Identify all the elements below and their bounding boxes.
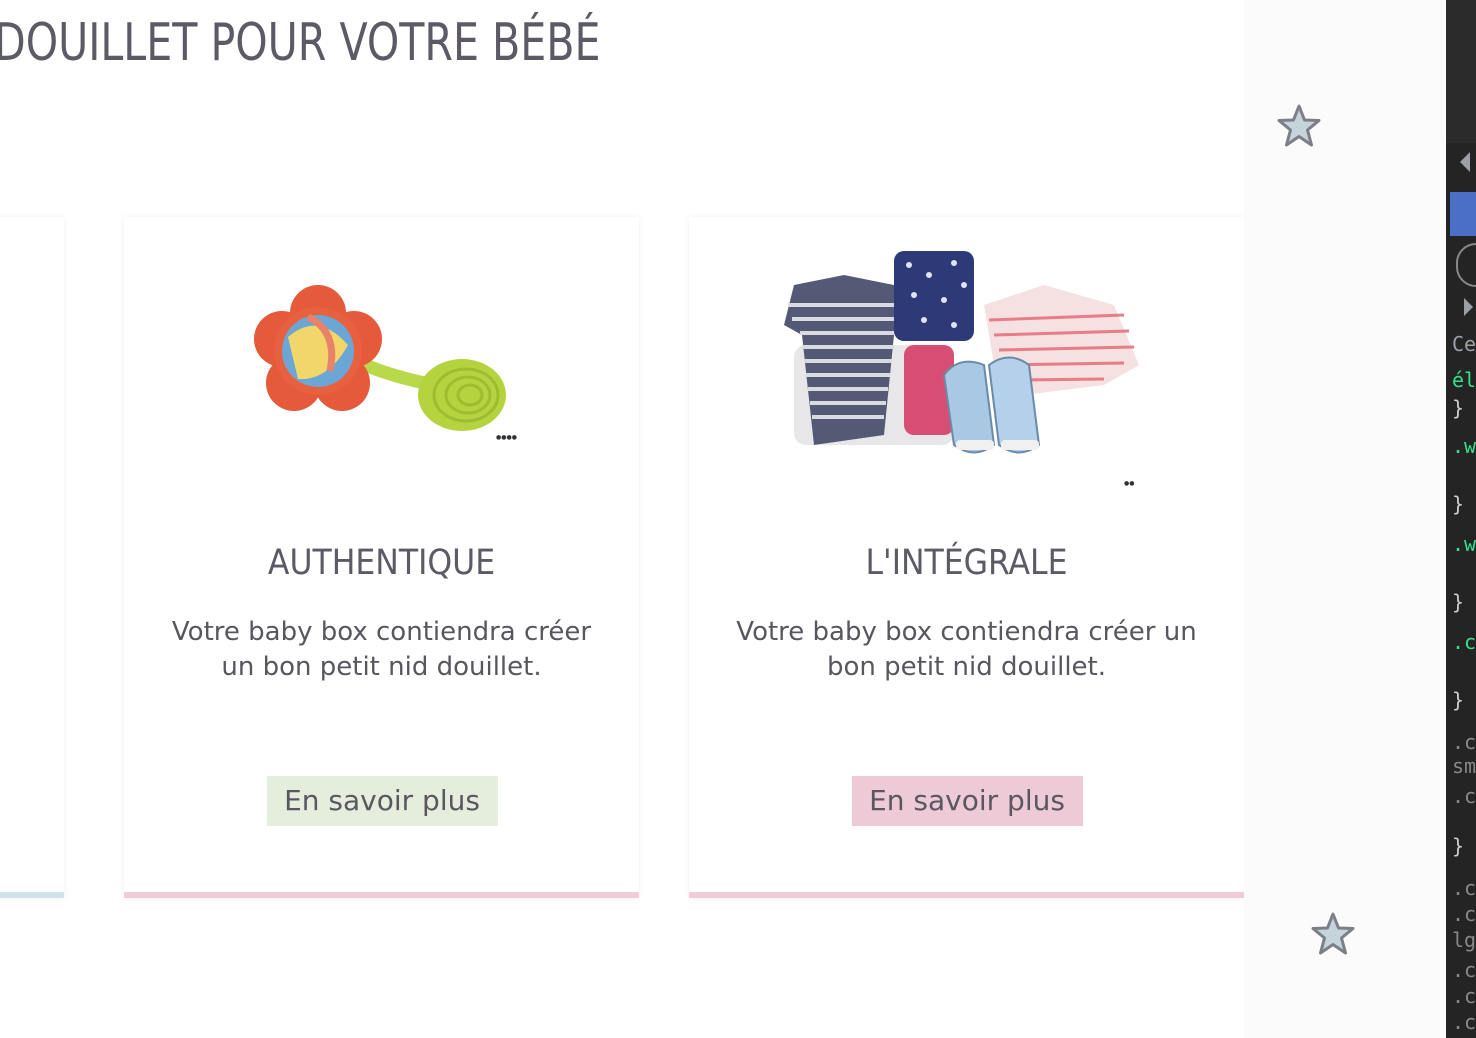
devtools-code: .c — [1452, 784, 1476, 808]
devtools-code: .c — [1452, 984, 1476, 1008]
product-card-integrale: ●● L'INTÉGRALE Votre baby box contiendra… — [689, 217, 1244, 898]
learn-more-button[interactable]: En savoir plus — [851, 776, 1083, 826]
card-bottom-bar — [689, 892, 1244, 898]
card-bottom-bar — [0, 892, 64, 898]
devtools-panel[interactable]: Ce él } .w } .w } .c } .c sm .c } .c .c … — [1446, 0, 1476, 1038]
devtools-code: .c — [1452, 958, 1476, 982]
card-description: Votre baby box contiendra créer un bon p… — [736, 617, 1197, 682]
page-content: DOUILLET POUR VOTRE BÉBÉ ●●●● AUTHENTIQU… — [0, 0, 1244, 1038]
devtools-toggle[interactable] — [1456, 243, 1476, 287]
baby-clothes-image: ●● — [784, 245, 1144, 495]
devtools-code: } — [1452, 396, 1465, 420]
devtools-code: lg — [1452, 928, 1476, 952]
devtools-code: .c — [1452, 730, 1476, 754]
card-title: AUTHENTIQUE — [267, 543, 496, 583]
devtools-code: .c — [1452, 876, 1476, 900]
card-bottom-bar — [124, 892, 639, 898]
svg-text:●●: ●● — [1124, 480, 1134, 487]
star-icon — [1310, 911, 1356, 961]
devtools-code: él — [1452, 368, 1476, 392]
right-gutter — [1244, 0, 1446, 1038]
devtools-code: sm — [1452, 754, 1476, 778]
devtools-code: } — [1452, 688, 1465, 712]
devtools-code: Ce — [1452, 332, 1476, 356]
product-card-authentique: ●●●● AUTHENTIQUE Votre baby box contiend… — [124, 217, 639, 898]
learn-more-button[interactable]: En savoir plus — [266, 776, 498, 826]
collapse-arrow-icon[interactable] — [1460, 152, 1470, 172]
devtools-code: .w — [1452, 434, 1476, 458]
devtools-code: .c — [1452, 1010, 1476, 1034]
star-icon — [1276, 103, 1322, 153]
devtools-code: } — [1452, 590, 1465, 614]
devtools-code: .w — [1452, 532, 1476, 556]
devtools-selected-row[interactable] — [1450, 192, 1476, 236]
card-description: Votre baby box contiendra créer un bon p… — [171, 617, 592, 682]
section-heading: DOUILLET POUR VOTRE BÉBÉ — [0, 13, 601, 73]
devtools-code: } — [1452, 492, 1465, 516]
svg-text:●●●●: ●●●● — [496, 434, 517, 441]
expand-arrow-icon[interactable] — [1464, 298, 1473, 316]
devtools-code: .c — [1452, 902, 1476, 926]
rattle-toy-image: ●●●● — [234, 247, 534, 447]
devtools-code: .c — [1452, 630, 1476, 654]
card-title: L'INTÉGRALE — [865, 543, 1068, 583]
devtools-code: } — [1452, 834, 1465, 858]
product-card-partial — [0, 217, 64, 898]
